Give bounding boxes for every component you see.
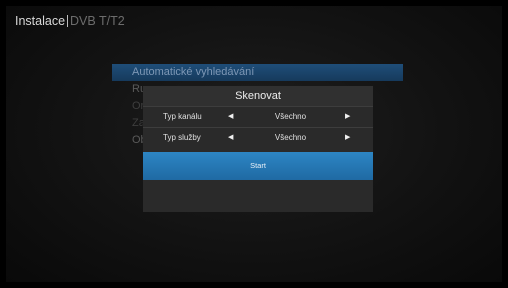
service-type-row[interactable]: Typ služby ◀ Všechno ▶ — [143, 127, 373, 148]
scan-dialog: Skenovat Typ kanálu ◀ Všechno ▶ Typ služ… — [143, 86, 373, 212]
header-bar: Instalace DVB T/T2 — [15, 14, 125, 29]
menu-item-automatic-search[interactable]: Automatické vyhledávání — [112, 64, 403, 81]
right-arrow-icon[interactable]: ▶ — [345, 128, 350, 148]
channel-type-value: Všechno — [274, 112, 307, 121]
service-type-value: Všechno — [274, 133, 307, 142]
right-arrow-icon[interactable]: ▶ — [345, 107, 350, 127]
channel-type-label: Typ kanálu — [163, 112, 202, 121]
tv-screen: Instalace DVB T/T2 Automatické vyhledáván… — [6, 6, 502, 282]
left-arrow-icon[interactable]: ◀ — [228, 107, 233, 127]
page-subtitle: DVB T/T2 — [70, 14, 125, 28]
service-type-label: Typ služby — [163, 133, 201, 142]
page-title: Instalace — [15, 14, 66, 28]
left-arrow-icon[interactable]: ◀ — [228, 128, 233, 148]
title-separator — [67, 15, 69, 27]
dialog-title: Skenovat — [143, 86, 373, 106]
start-button[interactable]: Start — [143, 152, 373, 180]
channel-type-row[interactable]: Typ kanálu ◀ Všechno ▶ — [143, 106, 373, 127]
